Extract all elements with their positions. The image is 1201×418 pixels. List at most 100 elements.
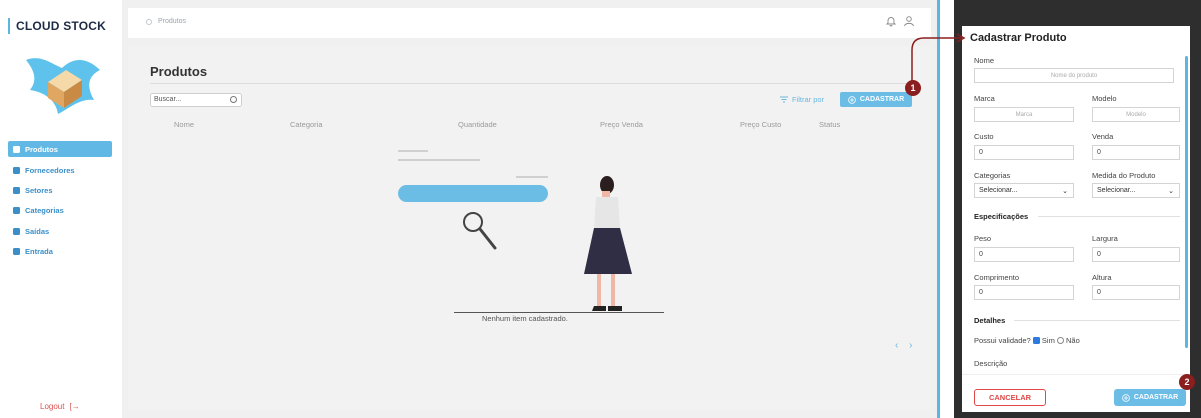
altura-value: 0 (1097, 289, 1101, 296)
home-icon (146, 18, 152, 25)
annotation-badge-2: 2 (1179, 374, 1195, 390)
marca-placeholder: Marca (1015, 111, 1033, 118)
filter-label: Filtrar por (792, 95, 825, 104)
modelo-placeholder: Modelo (1126, 111, 1146, 118)
logout-label: Logout (40, 402, 65, 411)
medida-value: Selecionar... (1097, 187, 1136, 194)
sidebar-item-entrada[interactable]: Entrada (8, 243, 112, 259)
comprimento-label: Comprimento (974, 273, 1020, 282)
peso-value: 0 (979, 251, 983, 258)
exit-icon (13, 227, 20, 235)
marca-input[interactable]: Marca (974, 107, 1074, 122)
custo-value: 0 (979, 149, 983, 156)
breadcrumb: Produtos (146, 18, 186, 25)
brand-title: CLOUD STOCK (8, 18, 106, 34)
modal-scrollbar[interactable] (1185, 56, 1188, 348)
title-divider (150, 83, 912, 84)
box-icon (13, 145, 20, 153)
sidebar-item-fornecedores[interactable]: Fornecedores (8, 162, 112, 178)
cancel-button[interactable]: CANCELAR (974, 389, 1046, 406)
user-icon[interactable] (903, 15, 915, 27)
search-placeholder: Buscar... (154, 96, 182, 103)
sidebar-item-setores[interactable]: Setores (8, 182, 112, 198)
validade-no-label: Não (1066, 336, 1080, 345)
categorias-label: Categorias (974, 171, 1011, 180)
section-divider (1038, 216, 1180, 217)
sidebar-item-categorias[interactable]: Categorias (8, 202, 112, 218)
comprimento-input[interactable]: 0 (974, 285, 1074, 300)
nome-placeholder: Nome do produto (1050, 72, 1098, 79)
sidebar-item-label: Setores (25, 185, 53, 195)
largura-value: 0 (1097, 251, 1101, 258)
sidebar-item-label: Fornecedores (25, 165, 75, 175)
section-divider (1014, 320, 1180, 321)
top-bar: Produtos (128, 8, 931, 38)
save-button[interactable]: CADASTRAR (1114, 389, 1186, 406)
custo-input[interactable]: 0 (974, 145, 1074, 160)
altura-label: Altura (1092, 273, 1112, 282)
marca-label: Marca (974, 94, 995, 103)
save-label: CADASTRAR (1133, 394, 1179, 401)
register-button[interactable]: CADASTRAR (840, 92, 912, 107)
largura-label: Largura (1092, 234, 1118, 243)
peso-input[interactable]: 0 (974, 247, 1074, 262)
register-label: CADASTRAR (859, 96, 905, 103)
section-especificacoes: Especificações (974, 212, 1029, 221)
logout-button[interactable]: Logout [→ (40, 402, 80, 411)
chevron-down-icon: ⌄ (1062, 187, 1068, 195)
breadcrumb-label[interactable]: Produtos (158, 18, 186, 25)
column-header-categoria[interactable]: Categoria (290, 120, 323, 129)
column-header-status[interactable]: Status (819, 120, 840, 129)
validade-yes-checkbox[interactable] (1032, 337, 1040, 344)
nome-input[interactable]: Nome do produto (974, 68, 1174, 83)
search-input[interactable]: Buscar... (150, 93, 242, 107)
venda-label: Venda (1092, 132, 1114, 141)
largura-input[interactable]: 0 (1092, 247, 1180, 262)
validade-label: Possui validade? (974, 336, 1031, 345)
sidebar-item-label: Produtos (25, 144, 58, 154)
sidebar-item-label: Entrada (25, 246, 53, 256)
bell-icon[interactable] (885, 15, 897, 27)
column-header-quantidade[interactable]: Quantidade (458, 120, 497, 129)
search-icon (230, 96, 237, 103)
sidebar-item-saidas[interactable]: Saídas (8, 223, 112, 239)
categorias-select[interactable]: Selecionar... ⌄ (974, 183, 1074, 198)
medida-select[interactable]: Selecionar... ⌄ (1092, 183, 1180, 198)
column-header-nome[interactable]: Nome (174, 120, 194, 129)
logo-icon (26, 58, 100, 114)
plus-circle-icon (1122, 393, 1130, 402)
tag-icon (13, 206, 20, 214)
custo-label: Custo (974, 132, 994, 141)
ground-line (454, 312, 664, 313)
modelo-label: Modelo (1092, 94, 1117, 103)
gap-zone (940, 0, 954, 418)
comprimento-value: 0 (979, 289, 983, 296)
venda-input[interactable]: 0 (1092, 145, 1180, 160)
modelo-input[interactable]: Modelo (1092, 107, 1180, 122)
sidebar: CLOUD STOCK Produtos Fornecedores Setore… (0, 0, 122, 418)
filter-button[interactable]: Filtrar por (780, 95, 824, 104)
altura-input[interactable]: 0 (1092, 285, 1180, 300)
register-product-modal: Cadastrar Produto Nome Nome do produto M… (962, 26, 1190, 412)
cancel-label: CANCELAR (988, 393, 1032, 402)
pagination-arrows[interactable]: ‹ › (895, 340, 916, 351)
empty-state-text: Nenhum item cadastrado. (482, 314, 568, 323)
top-icons (885, 15, 915, 27)
column-header-preco-venda[interactable]: Preço Venda (600, 120, 643, 129)
logout-icon: [→ (69, 402, 80, 411)
chevron-down-icon: ⌄ (1168, 187, 1174, 195)
page-title: Produtos (150, 64, 208, 79)
venda-value: 0 (1097, 149, 1101, 156)
column-header-preco-custo[interactable]: Preço Custo (740, 120, 781, 129)
filter-icon (780, 96, 788, 103)
section-detalhes: Detalhes (974, 316, 1006, 325)
nome-label: Nome (974, 56, 995, 65)
entry-icon (13, 247, 20, 255)
sidebar-item-produtos[interactable]: Produtos (8, 141, 112, 157)
validade-yes-label: Sim (1041, 336, 1055, 345)
validade-no-radio[interactable] (1056, 337, 1064, 344)
descricao-label: Descrição (974, 359, 1008, 368)
content-panel: Produtos Buscar... Filtrar por CADASTRAR… (128, 46, 931, 410)
sidebar-item-label: Categorias (25, 205, 64, 215)
users-icon (13, 166, 20, 174)
